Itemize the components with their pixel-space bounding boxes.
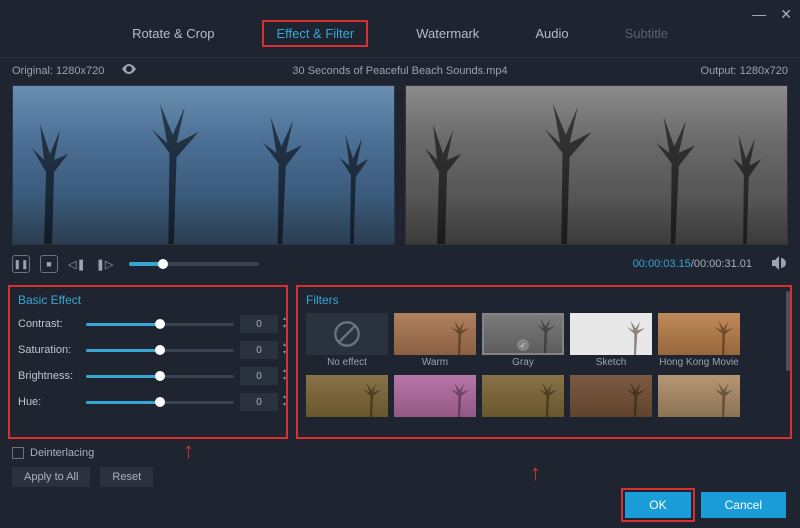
stop-button[interactable]: ■ [40, 255, 58, 273]
brightness-label: Brightness: [18, 370, 80, 382]
filters-title: Filters [306, 293, 782, 307]
filter-hong-kong[interactable] [658, 313, 740, 355]
contrast-slider[interactable] [86, 323, 234, 326]
filters-scrollbar[interactable] [786, 291, 790, 371]
time-current: 00:00:03.15 [633, 258, 691, 270]
saturation-label: Saturation: [18, 344, 80, 356]
pause-button[interactable]: ❚❚ [12, 255, 30, 273]
filter-item-thumb[interactable] [570, 375, 652, 417]
annotation-arrow-icon: ↑ [183, 438, 194, 464]
tab-rotate-crop[interactable]: Rotate & Crop [124, 20, 222, 47]
filter-item-thumb[interactable] [306, 375, 388, 417]
preview-output [405, 85, 788, 245]
preview-original [12, 85, 395, 245]
basic-effect-title: Basic Effect [18, 293, 278, 307]
cancel-button[interactable]: Cancel [701, 492, 786, 518]
filter-gray[interactable]: ✓ [482, 313, 564, 355]
hue-value[interactable]: 0▴▾ [240, 393, 278, 411]
brightness-stepper[interactable]: ▴▾ [283, 367, 286, 383]
ok-button[interactable]: OK [625, 492, 690, 518]
brightness-slider[interactable] [86, 375, 234, 378]
saturation-slider[interactable] [86, 349, 234, 352]
filter-warm[interactable] [394, 313, 476, 355]
filter-item-thumb[interactable] [394, 375, 476, 417]
next-frame-button[interactable]: ❚▷ [96, 258, 114, 271]
saturation-value[interactable]: 0▴▾ [240, 341, 278, 359]
tab-audio[interactable]: Audio [527, 20, 576, 47]
basic-effect-panel: Basic Effect Contrast: 0▴▾ Saturation: 0… [8, 285, 288, 439]
filter-item-thumb[interactable] [482, 375, 564, 417]
annotation-arrow-icon: ↑ [530, 460, 541, 486]
playback-slider[interactable] [129, 262, 259, 266]
filter-item-thumb[interactable] [658, 375, 740, 417]
check-icon: ✓ [517, 339, 529, 351]
tab-watermark[interactable]: Watermark [408, 20, 487, 47]
output-resolution: Output: 1280x720 [701, 65, 788, 77]
minimize-button[interactable]: — [752, 6, 766, 23]
reset-button[interactable]: Reset [100, 467, 153, 487]
filename-label: 30 Seconds of Peaceful Beach Sounds.mp4 [292, 65, 507, 77]
filter-none[interactable] [306, 313, 388, 355]
contrast-stepper[interactable]: ▴▾ [283, 315, 286, 331]
filters-panel: Filters No effect Warm ✓Gray Sketch Hong… [296, 285, 792, 439]
tab-bar: Rotate & Crop Effect & Filter Watermark … [0, 0, 800, 58]
contrast-label: Contrast: [18, 318, 80, 330]
preview-toggle-icon[interactable] [121, 65, 137, 77]
prev-frame-button[interactable]: ◁❚ [68, 258, 86, 271]
apply-to-all-button[interactable]: Apply to All [12, 467, 90, 487]
original-resolution: Original: 1280x720 [12, 64, 137, 77]
brightness-value[interactable]: 0▴▾ [240, 367, 278, 385]
saturation-stepper[interactable]: ▴▾ [283, 341, 286, 357]
hue-stepper[interactable]: ▴▾ [283, 393, 286, 409]
tab-subtitle[interactable]: Subtitle [617, 20, 676, 47]
deinterlacing-checkbox[interactable] [12, 447, 24, 459]
tab-effect-filter[interactable]: Effect & Filter [262, 20, 368, 47]
hue-slider[interactable] [86, 401, 234, 404]
hue-label: Hue: [18, 396, 80, 408]
filter-sketch[interactable] [570, 313, 652, 355]
deinterlacing-label: Deinterlacing [30, 447, 94, 459]
contrast-value[interactable]: 0▴▾ [240, 315, 278, 333]
close-button[interactable]: ✕ [780, 6, 792, 23]
time-total: 00:00:31.01 [694, 258, 752, 270]
volume-icon[interactable] [772, 256, 788, 273]
